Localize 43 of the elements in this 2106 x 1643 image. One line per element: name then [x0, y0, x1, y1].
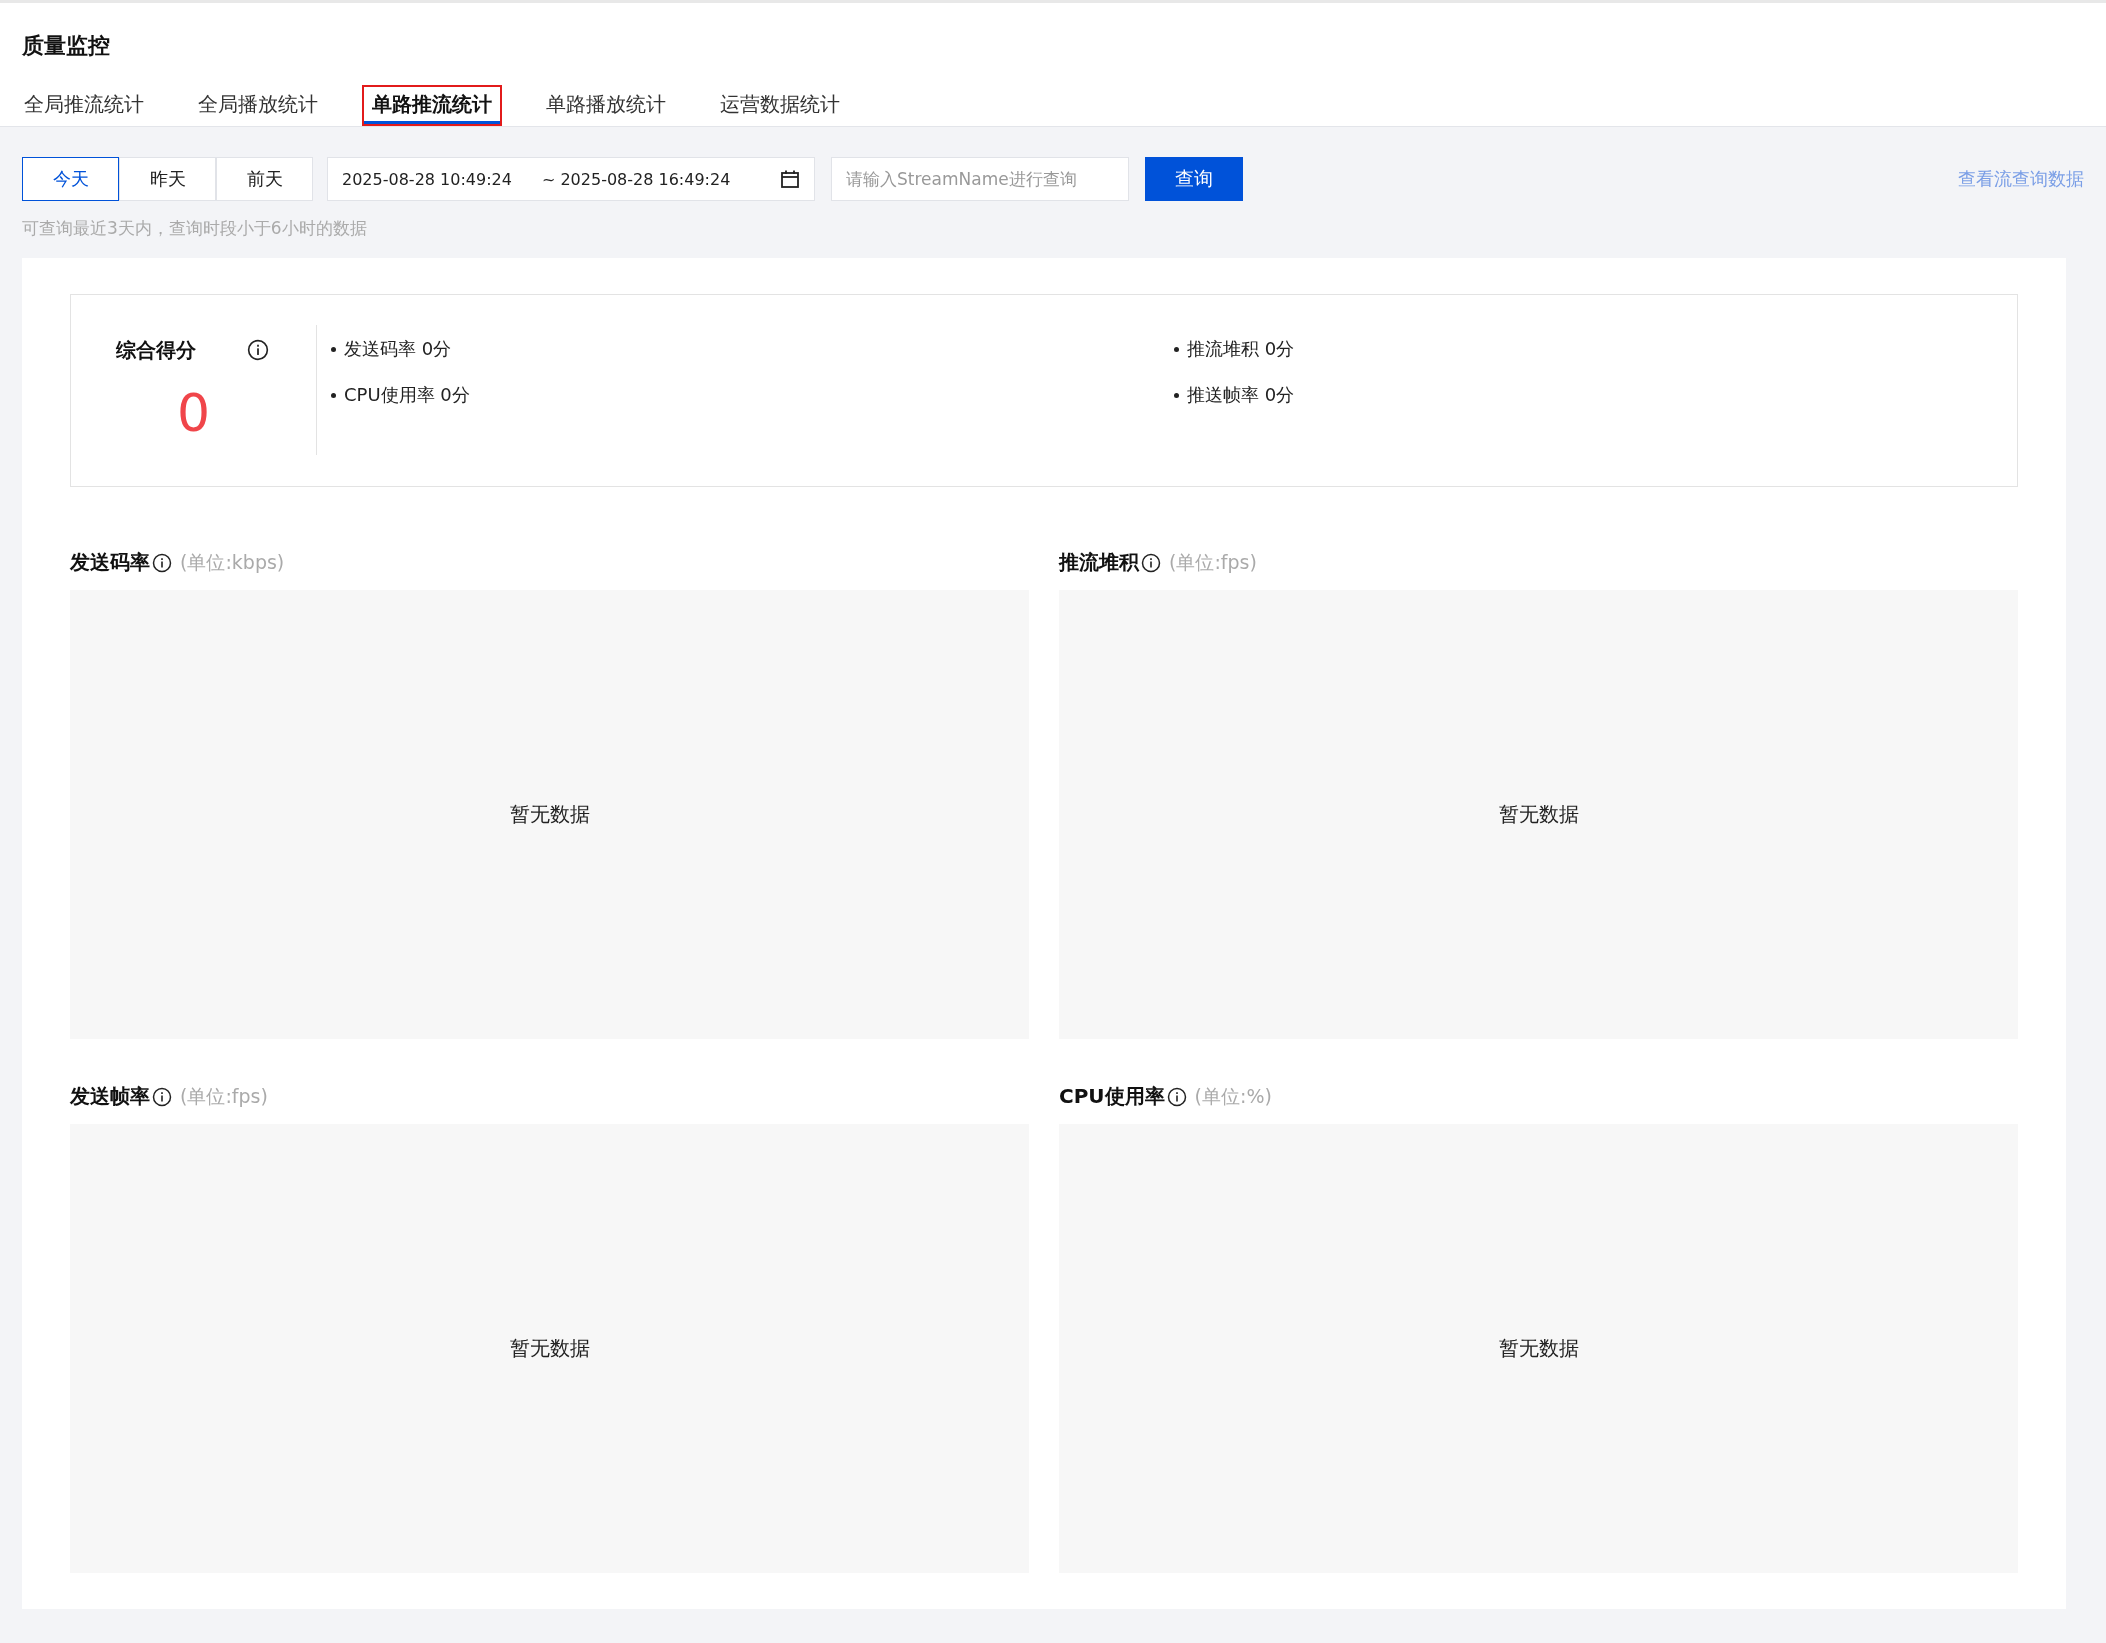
chart-title: 推流堆积 [1059, 549, 1139, 576]
day-button[interactable]: 昨天 [119, 157, 216, 201]
score-value: 0 [177, 383, 211, 443]
day-button[interactable]: 今天 [22, 157, 119, 201]
bullet-icon [331, 392, 336, 398]
calendar-icon[interactable] [780, 169, 800, 189]
chart-title: CPU使用率 [1059, 1083, 1165, 1110]
tab[interactable]: 单路推流统计 [362, 85, 502, 126]
info-icon[interactable] [152, 552, 172, 573]
info-icon[interactable] [1166, 1086, 1187, 1107]
score-item: CPU使用率 0分 [344, 383, 470, 407]
empty-text: 暂无数据 [1498, 1335, 1579, 1362]
chart-unit: (单位:fps) [1169, 549, 1257, 575]
chart-unit: (单位:fps) [180, 1083, 268, 1109]
info-icon[interactable] [247, 339, 269, 361]
empty-text: 暂无数据 [509, 801, 590, 828]
page-title: 质量监控 [22, 32, 111, 60]
score-item: 发送码率 0分 [344, 337, 452, 361]
bullet-icon [1174, 392, 1179, 398]
query-button[interactable]: 查询 [1145, 157, 1243, 201]
tab[interactable]: 全局播放统计 [188, 85, 328, 126]
start-date: 2025-08-28 10:49:24 [342, 169, 512, 189]
date-range-field[interactable]: 2025-08-28 10:49:24 ~ 2025-08-28 16:49:24 [327, 157, 815, 201]
tab[interactable]: 运营数据统计 [710, 85, 850, 126]
bullet-icon [1174, 346, 1179, 352]
search-field[interactable]: 请输入StreamName进行查询 [831, 157, 1129, 201]
score-item: 推流堆积 0分 [1187, 337, 1295, 361]
info-icon[interactable] [152, 1086, 172, 1107]
score-item: 推送帧率 0分 [1187, 383, 1295, 407]
hint-text: 可查询最近3天内，查询时段小于6小时的数据 [22, 217, 368, 240]
bullet-icon [331, 346, 336, 352]
info-icon[interactable] [1141, 552, 1161, 573]
tab[interactable]: 全局推流统计 [14, 85, 154, 126]
score-title: 综合得分 [116, 337, 196, 364]
empty-text: 暂无数据 [1498, 801, 1579, 828]
chart-title: 发送码率 [70, 549, 150, 576]
chart-unit: (单位:kbps) [180, 549, 285, 575]
empty-text: 暂无数据 [509, 1335, 590, 1362]
tab[interactable]: 单路播放统计 [536, 85, 676, 126]
chart-title: 发送帧率 [70, 1083, 150, 1110]
end-date: ~ 2025-08-28 16:49:24 [541, 169, 731, 189]
day-button[interactable]: 前天 [216, 157, 313, 201]
chart-unit: (单位:%) [1194, 1083, 1272, 1109]
